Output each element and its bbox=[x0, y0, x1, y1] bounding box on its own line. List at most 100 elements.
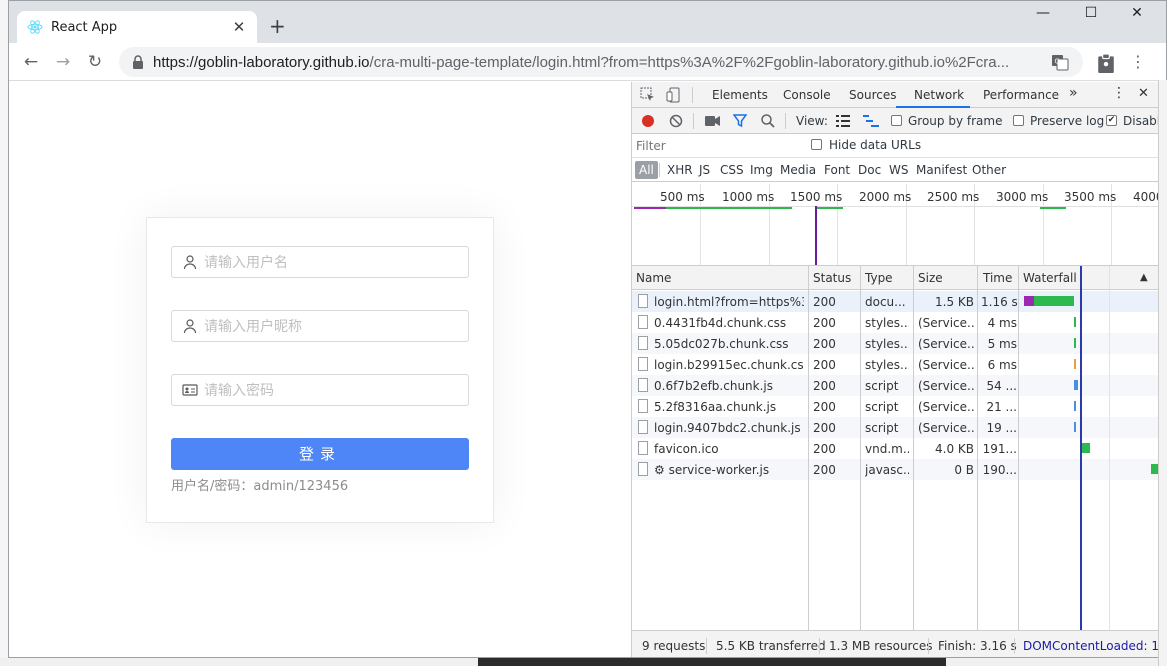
type-manifest[interactable]: Manifest bbox=[916, 163, 967, 177]
status-divider bbox=[706, 638, 707, 654]
file-icon bbox=[638, 315, 648, 329]
type-other[interactable]: Other bbox=[972, 163, 1006, 177]
type-ws[interactable]: WS bbox=[889, 163, 908, 177]
table-row[interactable]: favicon.ico 200 vnd.m... 4.0 KB 191... bbox=[632, 438, 1166, 459]
cell-name: login.b29915ec.chunk.css bbox=[654, 358, 804, 372]
table-row[interactable]: 0.6f7b2efb.chunk.js 200 script (Service... 5… bbox=[632, 375, 1166, 396]
chrome-menu-icon[interactable]: ⋮ bbox=[1128, 52, 1148, 72]
filter-funnel-icon[interactable] bbox=[733, 114, 747, 128]
col-name[interactable]: Name bbox=[636, 271, 671, 285]
cell-time: 5 ms bbox=[987, 337, 1017, 351]
translate-icon[interactable]: G bbox=[1051, 53, 1069, 71]
background-window-edge bbox=[1158, 80, 1167, 666]
overview-tick-label: 3500 ms bbox=[1064, 190, 1117, 204]
cell-time: 4 ms bbox=[987, 316, 1017, 330]
minimize-button[interactable]: — bbox=[1023, 5, 1063, 21]
cell-name: ⚙ service-worker.js bbox=[654, 463, 770, 477]
nickname-placeholder: 请输入用户昵称 bbox=[204, 319, 302, 335]
devtools-menu-icon[interactable]: ⋮ bbox=[1112, 85, 1126, 101]
type-all[interactable]: All bbox=[635, 161, 658, 179]
waterfall-bar bbox=[1074, 401, 1076, 411]
waterfall-bar bbox=[1024, 296, 1034, 306]
waterfall-bar bbox=[1074, 338, 1076, 348]
cell-size: (Service... bbox=[918, 316, 974, 330]
cell-status: 200 bbox=[813, 421, 836, 435]
filter-input[interactable] bbox=[636, 137, 801, 155]
cell-size: (Service... bbox=[918, 358, 974, 372]
clear-icon[interactable] bbox=[669, 114, 683, 128]
overview-queue-bar bbox=[634, 207, 666, 209]
type-css[interactable]: CSS bbox=[720, 163, 744, 177]
sort-ascending-icon[interactable]: ▲ bbox=[1140, 272, 1148, 283]
browser-tab[interactable]: React App ✕ bbox=[17, 11, 257, 43]
table-row[interactable]: login.9407bdc2.chunk.js 200 script (Service… bbox=[632, 417, 1166, 438]
file-icon bbox=[638, 441, 648, 455]
cell-name: 0.6f7b2efb.chunk.js bbox=[654, 379, 773, 393]
inspect-element-icon[interactable] bbox=[640, 87, 656, 103]
col-time[interactable]: Time bbox=[983, 271, 1012, 285]
password-input[interactable]: 请输入密码 bbox=[171, 374, 469, 406]
new-tab-button[interactable]: + bbox=[269, 15, 286, 37]
nickname-input[interactable]: 请输入用户昵称 bbox=[171, 310, 469, 342]
col-waterfall[interactable]: Waterfall bbox=[1023, 271, 1077, 285]
table-row[interactable]: login.b29915ec.chunk.css 200 styles... (Ser… bbox=[632, 354, 1166, 375]
tab-performance[interactable]: Performance bbox=[983, 88, 1059, 102]
devtools-close-icon[interactable]: ✕ bbox=[1138, 86, 1149, 101]
group-by-frame-checkbox[interactable] bbox=[891, 115, 902, 126]
transferred-size: 5.5 KB transferred bbox=[716, 639, 826, 653]
type-xhr[interactable]: XHR bbox=[667, 163, 693, 177]
forward-arrow-icon[interactable]: → bbox=[47, 52, 79, 72]
username-input[interactable]: 请输入用户名 bbox=[171, 246, 469, 278]
cell-type: script bbox=[865, 421, 899, 435]
preserve-log-checkbox[interactable] bbox=[1013, 115, 1024, 126]
cell-type: styles... bbox=[865, 358, 909, 372]
table-row[interactable]: 0.4431fb4d.chunk.css 200 styles... (Service… bbox=[632, 312, 1166, 333]
type-img[interactable]: Img bbox=[750, 163, 773, 177]
close-window-button[interactable]: ✕ bbox=[1117, 5, 1157, 21]
disable-cache-label: Disabl bbox=[1123, 114, 1161, 128]
type-media[interactable]: Media bbox=[780, 163, 816, 177]
tab-console[interactable]: Console bbox=[783, 88, 831, 102]
record-icon[interactable] bbox=[641, 114, 655, 128]
cell-time: 21 ... bbox=[986, 400, 1017, 414]
type-doc[interactable]: Doc bbox=[858, 163, 881, 177]
clipboard-extension-icon[interactable] bbox=[1096, 53, 1116, 73]
tab-close-icon[interactable]: ✕ bbox=[231, 18, 247, 36]
svg-text:G: G bbox=[1055, 58, 1060, 66]
overview-tick-label: 3000 ms bbox=[996, 190, 1049, 204]
column-divider bbox=[1018, 266, 1019, 630]
type-font[interactable]: Font bbox=[824, 163, 850, 177]
hide-data-urls-checkbox[interactable] bbox=[811, 139, 822, 150]
overview-tick-label: 2500 ms bbox=[927, 190, 980, 204]
waterfall-view-icon[interactable] bbox=[863, 115, 879, 127]
overview-download-bar bbox=[1040, 207, 1066, 209]
col-type[interactable]: Type bbox=[865, 271, 893, 285]
back-arrow-icon[interactable]: ← bbox=[15, 52, 47, 72]
tab-strip: React App ✕ + — ☐ ✕ bbox=[9, 1, 1166, 43]
search-icon[interactable] bbox=[761, 114, 775, 128]
col-status[interactable]: Status bbox=[813, 271, 851, 285]
table-row[interactable]: 5.2f8316aa.chunk.js 200 script (Service... 2… bbox=[632, 396, 1166, 417]
maximize-button[interactable]: ☐ bbox=[1071, 5, 1111, 21]
disable-cache-checkbox[interactable]: ✔ bbox=[1106, 115, 1117, 126]
table-row[interactable]: 5.05dc027b.chunk.css 200 styles... (Service… bbox=[632, 333, 1166, 354]
table-row[interactable]: ⚙ service-worker.js 200 javasc... 0 B 190... bbox=[632, 459, 1166, 480]
address-bar[interactable]: https://goblin-laboratory.github.io/cra-… bbox=[119, 47, 1083, 77]
tab-sources[interactable]: Sources bbox=[849, 88, 896, 102]
network-overview-timeline[interactable]: 500 ms 1000 ms 1500 ms 2000 ms 2500 ms 3… bbox=[632, 184, 1166, 266]
cell-status: 200 bbox=[813, 463, 836, 477]
more-tabs-icon[interactable]: » bbox=[1069, 85, 1078, 101]
table-row[interactable]: login.html?from=https%3... 200 docu... 1.5 … bbox=[632, 291, 1166, 312]
list-view-icon[interactable] bbox=[836, 115, 850, 127]
browser-toolbar: ← → ↻ https://goblin-laboratory.github.i… bbox=[9, 43, 1166, 81]
overview-tick-label: 500 ms bbox=[660, 190, 705, 204]
tab-elements[interactable]: Elements bbox=[712, 88, 768, 102]
cell-size: (Service... bbox=[918, 379, 974, 393]
login-button[interactable]: 登录 bbox=[171, 438, 469, 470]
type-js[interactable]: JS bbox=[699, 163, 710, 177]
device-toolbar-icon[interactable] bbox=[666, 87, 682, 103]
screenshot-camera-icon[interactable] bbox=[705, 115, 721, 127]
tab-network[interactable]: Network bbox=[914, 88, 964, 102]
reload-icon[interactable]: ↻ bbox=[79, 52, 111, 72]
col-size[interactable]: Size bbox=[918, 271, 943, 285]
